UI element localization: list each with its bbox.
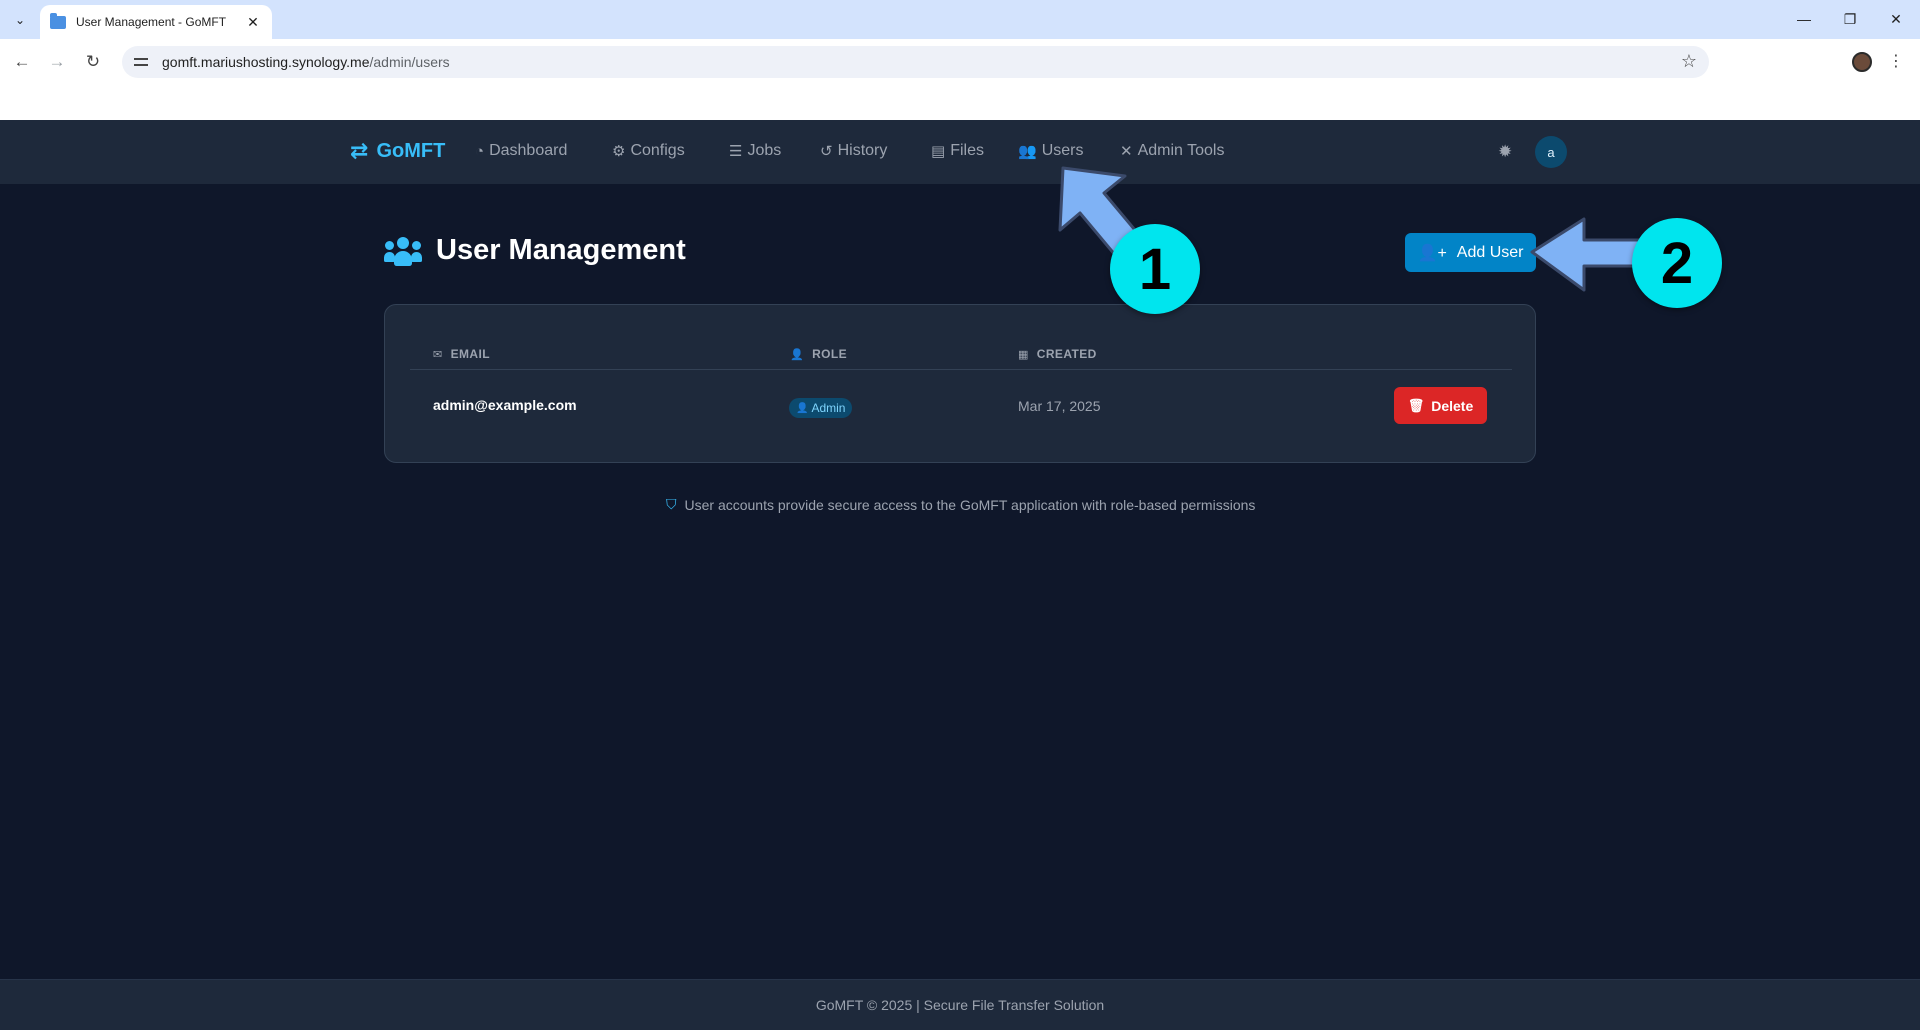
nav-item-dashboard[interactable]: ◔ Dashboard — [475, 142, 567, 160]
nav-item-history[interactable]: ↺ History — [820, 142, 887, 160]
calendar-icon: ▦ — [1018, 348, 1029, 361]
nav-item-label: Dashboard — [489, 142, 568, 159]
users-icon: 👥 — [1018, 143, 1037, 160]
role-badge-label: Admin — [811, 401, 846, 415]
users-table-card: ✉ EMAIL 👤 ROLE ▦ CREATED admin@example.c… — [384, 304, 1536, 463]
info-note-text: User accounts provide secure access to t… — [684, 496, 1256, 513]
nav-item-files[interactable]: ▤ Files — [931, 142, 984, 160]
history-icon: ↺ — [820, 143, 833, 160]
page-top-gap — [0, 85, 1920, 120]
nav-item-configs[interactable]: ⚙ Configs — [612, 142, 685, 160]
user-plus-icon: 👤+ — [1417, 244, 1447, 262]
close-icon[interactable]: ✕ — [244, 14, 262, 31]
url-path: /admin/users — [369, 54, 450, 70]
nav-item-users[interactable]: 👥 Users — [1018, 142, 1083, 160]
page-footer: GoMFT © 2025 | Secure File Transfer Solu… — [0, 979, 1920, 1030]
column-header-label: ROLE — [812, 347, 848, 361]
nav-item-label: Files — [950, 142, 984, 159]
brand-link[interactable]: ⇄ GoMFT — [350, 138, 445, 164]
delete-label: Delete — [1431, 397, 1474, 414]
user-email: admin@example.com — [433, 397, 577, 413]
forward-button[interactable]: → — [42, 47, 72, 77]
footer-text: GoMFT © 2025 | Secure File Transfer Solu… — [815, 997, 1105, 1013]
minimize-button[interactable]: — — [1781, 6, 1827, 32]
tasks-icon: ☰ — [729, 143, 743, 160]
site-settings-icon[interactable] — [134, 55, 148, 69]
trash-icon: 🗑 — [1407, 397, 1425, 413]
user-shield-icon: 👤 — [796, 402, 809, 414]
role-badge: 👤 Admin — [789, 398, 853, 418]
column-header-created: ▦ CREATED — [1018, 347, 1097, 361]
tab-title: User Management - GoMFT — [76, 15, 227, 29]
column-header-label: EMAIL — [450, 347, 490, 361]
close-icon: ✕ — [1890, 10, 1902, 27]
folder-icon — [50, 12, 66, 29]
back-button[interactable]: ← — [7, 47, 37, 77]
gauge-icon: ◔ — [475, 142, 485, 160]
brand-name: GoMFT — [376, 139, 446, 162]
users-icon — [384, 235, 422, 267]
nav-item-label: Admin Tools — [1137, 142, 1225, 159]
info-note: ⛉ User accounts provide secure access to… — [666, 496, 1255, 513]
nav-item-jobs[interactable]: ☰ Jobs — [729, 142, 781, 160]
created-date: Mar 17, 2025 — [1018, 398, 1101, 414]
chevron-down-icon: ⌄ — [14, 13, 26, 27]
column-header-role: 👤 ROLE — [790, 347, 847, 361]
add-user-button[interactable]: 👤+ Add User — [1405, 233, 1536, 272]
browser-tab-active[interactable]: User Management - GoMFT ✕ — [40, 5, 272, 39]
delete-user-button[interactable]: 🗑 Delete — [1394, 387, 1487, 424]
url-host: gomft.mariushosting.synology.me — [162, 54, 370, 70]
exchange-icon: ⇄ — [350, 138, 369, 163]
arrow-right-icon: → — [48, 52, 66, 71]
annotation-arrow-2 — [1530, 217, 1642, 292]
more-vert-icon[interactable]: ⋮ — [1888, 51, 1904, 71]
nav-item-label: Users — [1041, 142, 1084, 159]
restore-button[interactable]: ❐ — [1827, 6, 1873, 32]
annotation-badge-2: 2 — [1632, 218, 1722, 308]
profile-avatar[interactable] — [1852, 52, 1872, 72]
nav-item-label: Configs — [630, 142, 685, 159]
table-divider — [410, 369, 1512, 370]
user-tag-icon: 👤 — [790, 348, 805, 361]
address-bar[interactable]: gomft.mariushosting.synology.me/admin/us… — [122, 46, 1709, 78]
column-header-label: CREATED — [1036, 347, 1097, 361]
file-icon: ▤ — [931, 143, 946, 160]
restore-icon: ❐ — [1843, 10, 1857, 27]
user-avatar[interactable]: a — [1535, 136, 1567, 168]
tab-search-button[interactable]: ⌄ — [8, 8, 32, 32]
nav-item-label: Jobs — [747, 142, 782, 159]
nav-item-admin-tools[interactable]: ✕ Admin Tools — [1120, 142, 1224, 160]
browser-tab-bar: ⌄ User Management - GoMFT ✕ — ❐ ✕ — [0, 0, 1920, 39]
minimize-icon: — — [1797, 11, 1811, 27]
tools-icon: ✕ — [1120, 143, 1133, 160]
app-navbar: ⇄ GoMFT ◔ Dashboard ⚙ Configs ☰ Jobs ↺ H… — [0, 120, 1920, 184]
page-header: User Management — [384, 234, 686, 267]
reload-button[interactable]: ↻ — [78, 47, 108, 77]
annotation-badge-1: 1 — [1110, 224, 1200, 314]
nav-item-label: History — [837, 142, 888, 159]
reload-icon: ↻ — [85, 52, 101, 71]
add-user-label: Add User — [1456, 243, 1524, 261]
window-close-button[interactable]: ✕ — [1873, 6, 1919, 32]
shield-icon: ⛉ — [666, 496, 677, 512]
arrow-left-icon: ← — [13, 52, 31, 71]
column-header-email: ✉ EMAIL — [433, 347, 490, 361]
cogs-icon: ⚙ — [612, 143, 626, 160]
theme-toggle-icon[interactable]: ✹ — [1498, 142, 1512, 162]
envelope-icon: ✉ — [433, 348, 443, 361]
star-icon[interactable]: ☆ — [1681, 51, 1697, 72]
page-title: User Management — [436, 234, 686, 266]
browser-toolbar: ← → ↻ gomft.mariushosting.synology.me/ad… — [0, 39, 1920, 85]
